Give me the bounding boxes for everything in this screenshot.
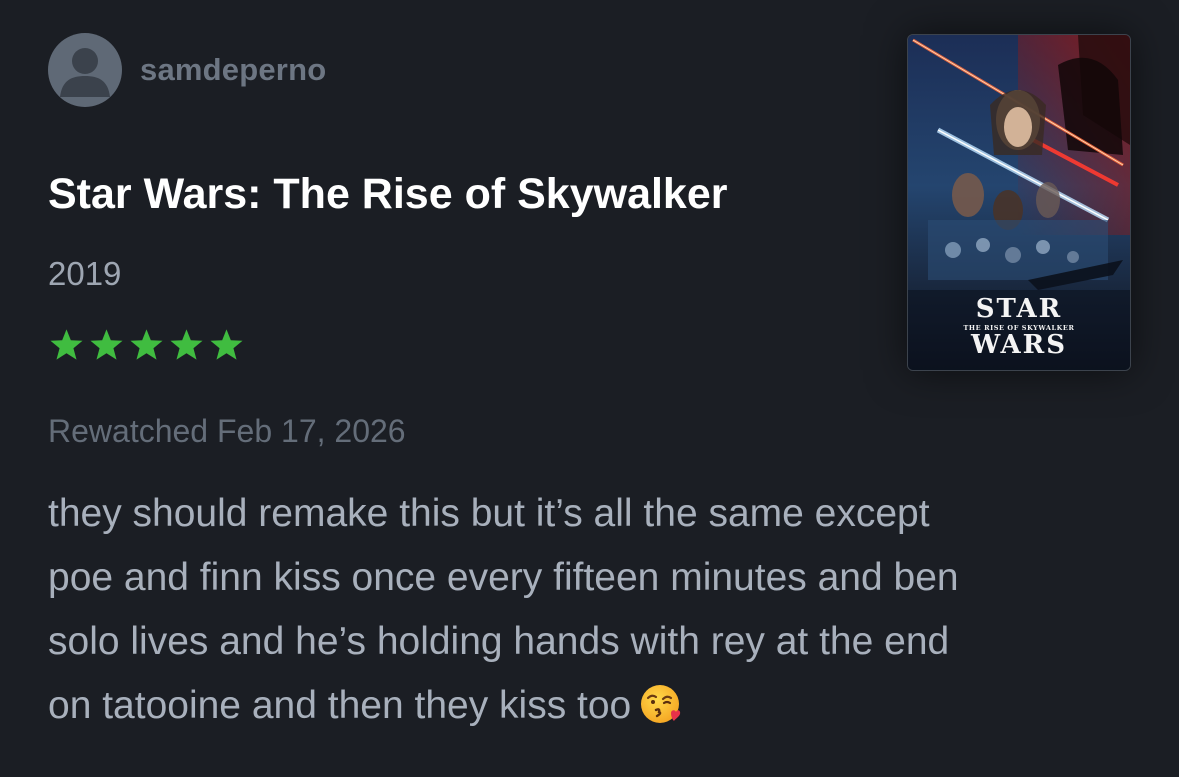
review-text: they should remake this but it’s all the… [48, 482, 1138, 738]
face-blowing-a-kiss-icon [641, 685, 681, 723]
film-title[interactable]: Star Wars: The Rise of Skywalker [48, 170, 728, 219]
star-icon [210, 329, 243, 360]
username[interactable]: samdeperno [140, 52, 326, 88]
star-icon [130, 329, 163, 360]
review-text-line: on tatooine and then they kiss too [48, 684, 632, 727]
star-icon [170, 329, 203, 360]
poster-logo-wars: WARS [970, 330, 1068, 360]
user-silhouette-icon [60, 48, 110, 97]
watched-date: Rewatched Feb 17, 2026 [48, 413, 406, 449]
review-text-line: solo lives and he’s holding hands with r… [48, 620, 950, 663]
review-card: samdeperno Star Wars: The Rise of Skywal… [0, 0, 1179, 777]
star-icon [90, 329, 123, 360]
film-poster[interactable]: STAR THE RISE OF SKYWALKER WARS [907, 34, 1131, 371]
film-year[interactable]: 2019 [48, 255, 121, 293]
poster-logo-star: STAR [975, 294, 1063, 324]
review-text-line: they should remake this but it’s all the… [48, 492, 930, 535]
star-rating [48, 327, 245, 367]
user-avatar[interactable] [48, 33, 122, 107]
review-text-line: poe and finn kiss once every fifteen min… [48, 556, 959, 599]
star-icon [50, 329, 83, 360]
